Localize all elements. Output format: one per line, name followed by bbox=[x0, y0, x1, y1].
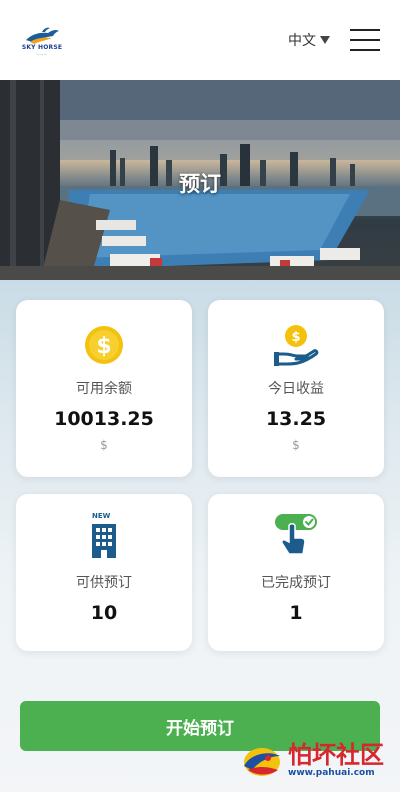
building-icon: NEW bbox=[74, 512, 134, 560]
app-header: SKY HORSE ——— 中文 bbox=[0, 0, 400, 80]
svg-text:$: $ bbox=[291, 330, 300, 345]
card-unit: $ bbox=[100, 438, 108, 452]
watermark: 怕坏社区 www.pahuai.com bbox=[238, 740, 384, 780]
watermark-logo-icon bbox=[244, 748, 280, 776]
page-title: 预订 bbox=[179, 172, 221, 196]
header-actions: 中文 bbox=[288, 29, 380, 51]
card-label: 已完成预订 bbox=[261, 575, 331, 591]
card-unit: $ bbox=[292, 438, 300, 452]
card-value: 10013.25 bbox=[54, 408, 154, 430]
card-label: 可用余额 bbox=[76, 381, 132, 397]
hamburger-menu-icon[interactable] bbox=[350, 29, 380, 51]
logo-text: SKY HORSE bbox=[21, 44, 63, 51]
card-label: 今日收益 bbox=[268, 381, 324, 397]
watermark-text-group: 怕坏社区 www.pahuai.com bbox=[288, 740, 384, 779]
horse-logo-icon bbox=[26, 27, 59, 44]
logo-subtext: ——— bbox=[36, 52, 48, 56]
card-label: 可供预订 bbox=[76, 575, 132, 591]
available-bookings-card: NEW 可供预订 10 bbox=[16, 494, 192, 651]
caret-down-icon bbox=[320, 36, 330, 44]
hero-banner: 预订 bbox=[0, 80, 400, 280]
today-earnings-card: $ 今日收益 13.25 $ bbox=[208, 300, 384, 477]
svg-text:$: $ bbox=[96, 334, 111, 359]
new-badge: NEW bbox=[92, 512, 111, 520]
sky-horse-logo[interactable]: SKY HORSE ——— bbox=[20, 24, 64, 56]
watermark-title: 怕坏社区 bbox=[288, 740, 384, 769]
card-value: 10 bbox=[90, 602, 118, 624]
watermark-url: www.pahuai.com bbox=[288, 768, 375, 778]
language-label: 中文 bbox=[288, 33, 316, 49]
hand-check-icon bbox=[271, 512, 321, 560]
available-balance-card: $ 可用余额 10013.25 $ bbox=[16, 300, 192, 477]
hand-coin-icon: $ bbox=[272, 324, 320, 366]
card-value: 13.25 bbox=[265, 408, 327, 430]
dollar-coin-icon: $ bbox=[83, 324, 125, 366]
card-value: 1 bbox=[289, 602, 303, 624]
language-selector[interactable]: 中文 bbox=[288, 30, 330, 50]
completed-bookings-card: 已完成预订 1 bbox=[208, 494, 384, 651]
